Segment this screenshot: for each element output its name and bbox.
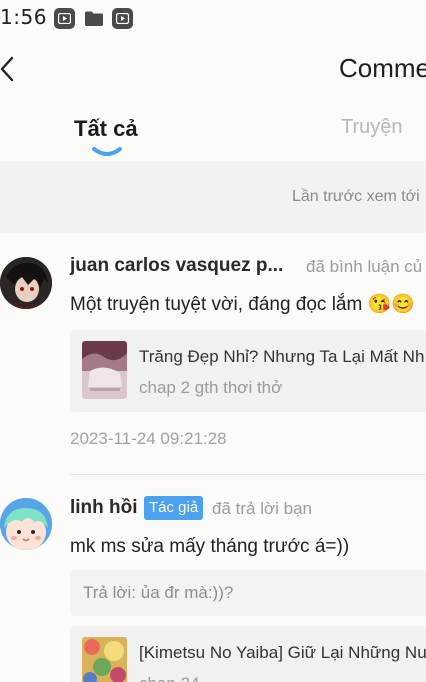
story-thumbnail <box>82 341 127 399</box>
story-thumbnail <box>82 637 127 682</box>
comment-text: mk ms sửa mấy tháng trước á=)) <box>70 536 350 557</box>
folder-icon <box>83 8 104 29</box>
comment-separator <box>70 474 426 475</box>
last-viewed-banner[interactable]: Lần trước xem tới <box>0 163 426 233</box>
story-card[interactable]: Trăng Đẹp Nhỉ? Nhưng Ta Lại Mất Nh chap … <box>70 330 426 412</box>
story-chapter: chap 2 gth thơi thở <box>139 378 283 397</box>
story-card[interactable]: [Kimetsu No Yaiba] Giữ Lại Những Nu chap… <box>70 626 426 682</box>
status-bar: 1:56 <box>0 0 426 36</box>
tab-stories[interactable]: Truyện <box>341 116 403 139</box>
back-button[interactable] <box>0 52 20 86</box>
story-title: Trăng Đẹp Nhỉ? Nhưng Ta Lại Mất Nh <box>139 347 425 366</box>
last-viewed-text: Lần trước xem tới <box>292 188 420 205</box>
tab-all[interactable]: Tất cả <box>74 116 138 142</box>
story-chapter: chap 24 <box>139 674 200 682</box>
tab-bar: Tất cả Truyện <box>0 108 426 162</box>
author-badge: Tác giả <box>144 496 204 520</box>
comment-username[interactable]: juan carlos vasquez p... <box>70 255 283 277</box>
reply-quote[interactable]: Trả lời: ủa đr mà:))? <box>70 570 426 616</box>
comment-username[interactable]: linh hồi <box>70 497 138 519</box>
page-title: Comme <box>339 53 426 83</box>
avatar[interactable] <box>0 257 52 309</box>
comment-timestamp: 2023-11-24 09:21:28 <box>70 429 227 448</box>
chevron-left-icon <box>0 56 14 82</box>
media-play-icon <box>54 8 75 29</box>
media-play-icon-2 <box>112 8 133 29</box>
tab-active-indicator <box>92 147 122 156</box>
story-title: [Kimetsu No Yaiba] Giữ Lại Những Nu <box>139 643 426 662</box>
status-icons <box>54 8 133 29</box>
reply-quote-text: Trả lời: ủa đr mà:))? <box>83 583 234 602</box>
comment-action: đã trả lời bạn <box>212 499 312 518</box>
app-header: Comme <box>0 40 426 100</box>
comment-text: Một truyện tuyệt vời, đáng đọc lắm 😘😊 <box>70 294 415 315</box>
avatar[interactable] <box>0 498 52 550</box>
status-time: 1:56 <box>0 5 47 29</box>
comment-action: đã bình luận củ <box>306 257 423 276</box>
